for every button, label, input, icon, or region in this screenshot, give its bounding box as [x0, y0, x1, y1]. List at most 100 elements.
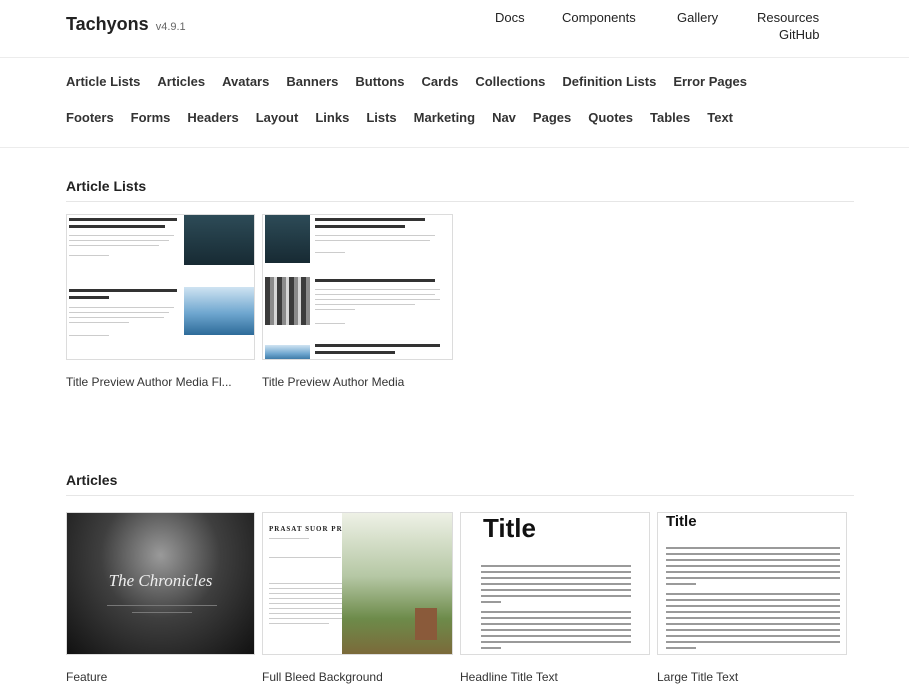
preview-text: [481, 635, 631, 637]
preview-text: [69, 307, 174, 308]
preview-text: [666, 593, 840, 595]
preview-text: [269, 613, 343, 614]
preview-image: [265, 277, 310, 325]
section-title-article-lists: Article Lists: [66, 178, 147, 194]
preview-image: [184, 287, 254, 335]
nav-link-resources[interactable]: Resources: [757, 10, 819, 25]
preview-text: [315, 252, 345, 253]
preview-text: [69, 245, 159, 246]
category-row-2: Footers Forms Headers Layout Links Lists…: [66, 110, 886, 128]
preview-text: [69, 312, 169, 313]
thumbnail-caption[interactable]: Title Preview Author Media: [262, 375, 404, 389]
preview-text: [315, 304, 415, 305]
preview-text: [666, 571, 840, 573]
preview-text: [269, 598, 343, 599]
preview-text: [481, 601, 501, 603]
preview-headline: [315, 225, 405, 228]
thumbnail-caption[interactable]: Feature: [66, 670, 107, 684]
category-link-collections[interactable]: Collections: [475, 74, 545, 92]
brand-logo[interactable]: Tachyons v4.9.1: [66, 14, 186, 35]
preview-text: [269, 593, 343, 594]
preview-text: [666, 577, 840, 579]
category-link-article-lists[interactable]: Article Lists: [66, 74, 140, 92]
thumbnail-caption[interactable]: Large Title Text: [657, 670, 738, 684]
nav-link-gallery[interactable]: Gallery: [677, 10, 718, 25]
category-link-buttons[interactable]: Buttons: [355, 74, 404, 92]
preview-text: [269, 608, 343, 609]
category-link-links[interactable]: Links: [315, 110, 349, 128]
thumbnail-article-feature[interactable]: The Chronicles: [66, 512, 255, 655]
preview-title: Title: [483, 513, 536, 543]
preview-headline: [315, 279, 435, 282]
preview-text: [69, 255, 109, 256]
thumbnail-article-full-bleed[interactable]: PRASAT SUOR PRAT: [262, 512, 453, 655]
category-link-pages[interactable]: Pages: [533, 110, 571, 128]
preview-text: [666, 583, 696, 585]
category-link-tables[interactable]: Tables: [650, 110, 690, 128]
preview-text: [132, 612, 192, 613]
preview-image-temple: [415, 608, 437, 640]
nav-link-docs[interactable]: Docs: [495, 10, 525, 25]
preview-text: [69, 235, 174, 236]
category-link-headers[interactable]: Headers: [187, 110, 238, 128]
preview-headline: [315, 351, 395, 354]
preview-text: [481, 641, 631, 643]
preview-text: [666, 605, 840, 607]
category-link-error-pages[interactable]: Error Pages: [673, 74, 747, 92]
category-link-nav[interactable]: Nav: [492, 110, 516, 128]
preview-text: [481, 565, 631, 567]
category-nav: Article Lists Articles Avatars Banners B…: [66, 74, 886, 146]
brand-version: v4.9.1: [155, 21, 186, 33]
category-link-marketing[interactable]: Marketing: [414, 110, 475, 128]
preview-headline: [315, 218, 425, 221]
preview-text: [69, 335, 109, 336]
preview-text: [481, 595, 631, 597]
preview-text: [269, 623, 329, 624]
preview-text: [269, 618, 343, 619]
nav-link-components[interactable]: Components: [562, 10, 636, 25]
preview-text: [666, 547, 840, 549]
thumbnail-caption[interactable]: Headline Title Text: [460, 670, 558, 684]
section-divider: [66, 495, 854, 496]
category-link-cards[interactable]: Cards: [421, 74, 458, 92]
nav-link-github[interactable]: GitHub: [779, 27, 819, 42]
category-link-avatars[interactable]: Avatars: [222, 74, 269, 92]
preview-text: [269, 538, 309, 539]
preview-text: [666, 641, 840, 643]
category-link-quotes[interactable]: Quotes: [588, 110, 633, 128]
category-link-forms[interactable]: Forms: [131, 110, 171, 128]
preview-text: [315, 299, 440, 300]
category-link-footers[interactable]: Footers: [66, 110, 114, 128]
preview-text: [666, 647, 696, 649]
brand-name[interactable]: Tachyons: [66, 14, 149, 34]
category-link-text[interactable]: Text: [707, 110, 733, 128]
thumbnail-caption[interactable]: Full Bleed Background: [262, 670, 383, 684]
category-link-lists[interactable]: Lists: [366, 110, 396, 128]
preview-text: [481, 617, 631, 619]
preview-text: [69, 322, 129, 323]
preview-text: [269, 557, 341, 558]
thumbnail-article-large-title[interactable]: Title: [657, 512, 847, 655]
category-link-articles[interactable]: Articles: [157, 74, 205, 92]
preview-text: [481, 647, 501, 649]
thumbnail-article-list-flipped[interactable]: [66, 214, 255, 360]
category-link-banners[interactable]: Banners: [286, 74, 338, 92]
preview-text: [315, 240, 430, 241]
preview-headline: [69, 296, 109, 299]
preview-text: [666, 553, 840, 555]
preview-text: [269, 583, 343, 584]
thumbnail-article-headline[interactable]: Title: [460, 512, 650, 655]
category-row-1: Article Lists Articles Avatars Banners B…: [66, 74, 886, 92]
preview-text: [666, 617, 840, 619]
preview-text: [481, 571, 631, 573]
preview-text: [315, 289, 440, 290]
category-link-layout[interactable]: Layout: [256, 110, 299, 128]
thumbnail-caption[interactable]: Title Preview Author Media Fl...: [66, 375, 232, 389]
preview-text: [481, 629, 631, 631]
preview-headline: [69, 218, 177, 221]
preview-text: [69, 240, 169, 241]
thumbnail-article-list[interactable]: [262, 214, 453, 360]
preview-headline: [69, 225, 165, 228]
category-link-definition-lists[interactable]: Definition Lists: [562, 74, 656, 92]
preview-text: [315, 323, 345, 324]
